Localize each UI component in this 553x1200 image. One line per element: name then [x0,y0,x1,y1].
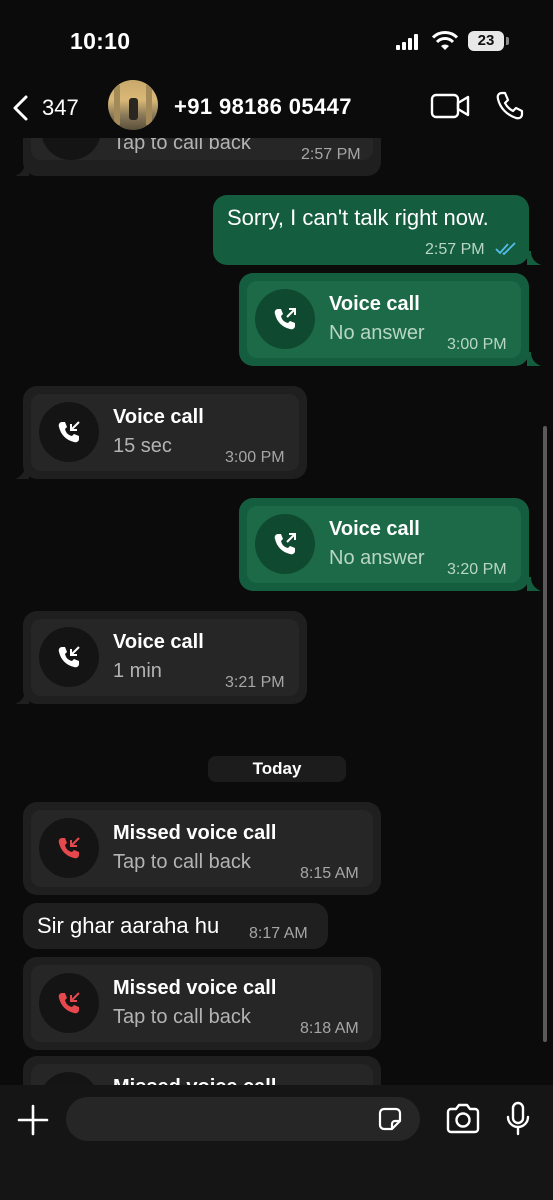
incoming-message-bubble[interactable]: Sir ghar aaraha hu 8:17 AM [23,903,328,949]
call-title: Missed voice call [113,977,277,999]
phone-incoming-arrow-icon [58,646,80,668]
back-button[interactable]: 347 [10,90,79,126]
call-title: Voice call [329,293,420,315]
camera-icon[interactable] [445,1103,481,1135]
call-title: Voice call [329,518,420,540]
avatar[interactable] [108,80,158,130]
message-input[interactable] [66,1097,420,1141]
call-subtitle: Tap to call back [113,1006,251,1028]
bubble-tail [15,690,29,704]
video-camera-icon[interactable] [430,92,470,120]
message-time: 3:00 PM [225,449,285,466]
bubble-tail [527,352,541,366]
phone-outgoing-arrow-icon [274,533,296,555]
outgoing-message-bubble[interactable]: Sorry, I can't talk right now. 2:57 PM [213,195,529,265]
call-subtitle: 1 min [113,660,162,682]
message-text: Sir ghar aaraha hu [37,913,220,938]
outgoing-call-bubble[interactable]: Voice call No answer 3:20 PM [239,498,529,591]
phone-missed-arrow-icon [58,992,80,1014]
scrollbar[interactable] [543,426,547,1042]
status-time: 10:10 [70,28,131,54]
message-time: 2:57 PM [425,241,485,258]
signal-icon [396,34,418,50]
bubble-tail [527,577,541,591]
status-bar: 10:10 23 [0,0,553,80]
outgoing-call-bubble[interactable]: Voice call No answer 3:00 PM [239,273,529,366]
call-icon-circle [39,402,99,462]
phone-outgoing-arrow-icon [274,308,296,330]
chat-thread[interactable]: Tap to call back 2:57 PM Sorry, I can't … [0,0,553,1200]
call-icon-circle [255,514,315,574]
message-text: Sorry, I can't talk right now. [227,205,489,230]
call-icon-circle [255,289,315,349]
call-subtitle: 15 sec [113,435,172,457]
bubble-tail [15,162,29,176]
message-time: 3:00 PM [447,336,507,353]
call-subtitle: No answer [329,322,425,344]
microphone-icon[interactable] [505,1101,531,1137]
chevron-left-icon [13,95,28,121]
bubble-tail [527,251,541,265]
message-time: 3:20 PM [447,561,507,578]
incoming-call-bubble[interactable]: Voice call 15 sec 3:00 PM [23,386,307,479]
chat-header: 347 +91 98186 05447 [0,80,553,138]
missed-call-bubble[interactable]: Missed voice call Tap to call back 8:15 … [23,802,381,895]
call-subtitle: No answer [329,547,425,569]
message-time: 8:15 AM [300,865,359,882]
call-icon-circle [39,818,99,878]
battery-tip [506,37,509,45]
wifi-icon [432,31,458,50]
message-time: 3:21 PM [225,674,285,691]
read-receipt-icon [495,242,516,256]
message-time: 8:17 AM [249,925,308,942]
date-separator: Today [208,756,346,782]
call-title: Voice call [113,631,204,653]
phone-incoming-arrow-icon [58,421,80,443]
call-icon-circle [39,973,99,1033]
sticker-icon[interactable] [376,1105,404,1133]
missed-call-bubble[interactable]: Missed voice call Tap to call back 8:18 … [23,957,381,1050]
message-time: 2:57 PM [301,146,361,163]
contact-name[interactable]: +91 98186 05447 [174,94,352,120]
call-subtitle: Tap to call back [113,851,251,873]
plus-icon[interactable] [16,1103,50,1137]
call-title: Voice call [113,406,204,428]
call-title: Missed voice call [113,822,277,844]
incoming-call-bubble[interactable]: Voice call 1 min 3:21 PM [23,611,307,704]
bubble-tail [15,465,29,479]
composer-bar [0,1085,553,1200]
battery-indicator: 23 [468,31,504,51]
phone-missed-arrow-icon [58,837,80,859]
unread-count: 347 [42,95,79,120]
phone-icon[interactable] [494,90,526,122]
call-icon-circle [39,627,99,687]
message-time: 8:18 AM [300,1020,359,1037]
